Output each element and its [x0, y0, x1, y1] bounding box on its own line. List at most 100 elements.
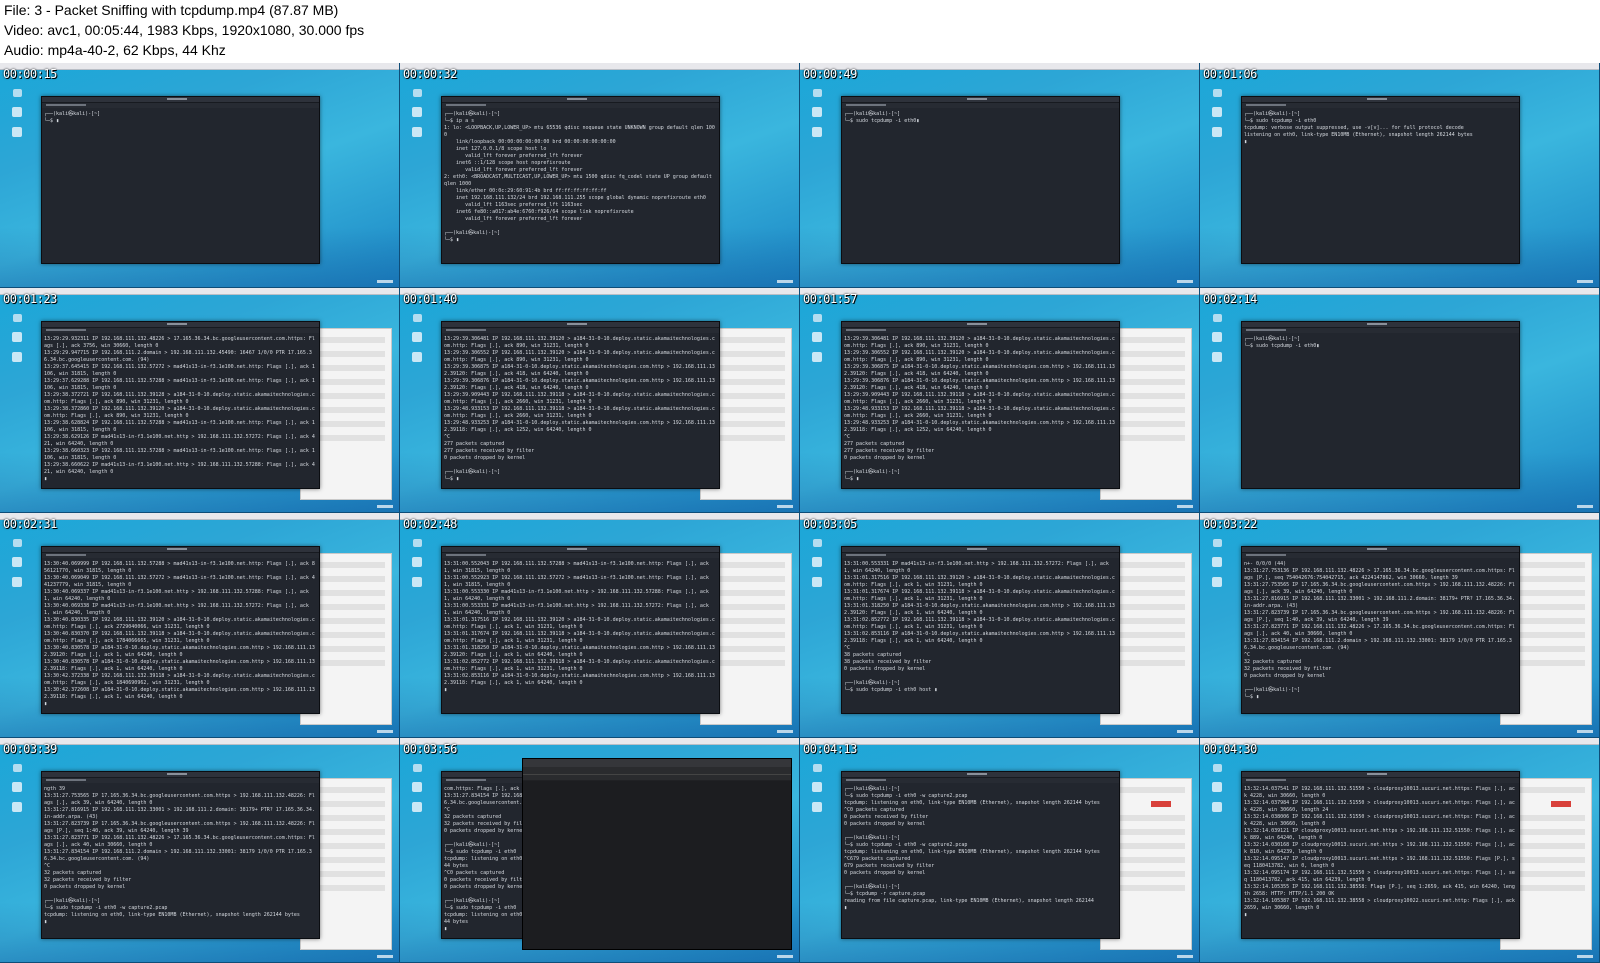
home-icon[interactable]	[1212, 127, 1222, 137]
home-icon[interactable]	[1212, 577, 1222, 587]
trash-icon[interactable]	[412, 314, 422, 322]
terminal-output[interactable]: ┌──(kali㉿kali)-[~] └─$ sudo tcpdump -i e…	[1242, 108, 1519, 146]
trash-icon[interactable]	[1212, 764, 1222, 772]
home-icon[interactable]	[812, 802, 822, 812]
folder-icon[interactable]	[1212, 107, 1222, 117]
terminal-output[interactable]: 13:30:40.069999 IP 192.168.111.132.57288…	[42, 558, 319, 708]
terminal-menu[interactable]	[842, 328, 1119, 333]
terminal-window[interactable]: ngth 39 13:31:27.753565 IP 17.165.36.34.…	[41, 771, 320, 939]
folder-icon[interactable]	[412, 332, 422, 342]
terminal-window[interactable]: ┌──(kali㉿kali)-[~] └─$ ip a s 1: lo: <LO…	[441, 96, 720, 264]
browser-window[interactable]	[522, 758, 792, 950]
terminal-menu[interactable]	[1242, 553, 1519, 558]
host-menu-bar	[800, 288, 1199, 295]
home-icon[interactable]	[12, 127, 22, 137]
terminal-menu[interactable]	[442, 103, 719, 108]
home-icon[interactable]	[412, 352, 422, 362]
trash-icon[interactable]	[1212, 314, 1222, 322]
terminal-output[interactable]: 13:31:00.552043 IP 192.168.111.132.57288…	[442, 558, 719, 694]
trash-icon[interactable]	[812, 539, 822, 547]
folder-icon[interactable]	[12, 782, 22, 792]
terminal-window[interactable]: 13:30:40.069999 IP 192.168.111.132.57288…	[41, 546, 320, 714]
folder-icon[interactable]	[1212, 557, 1222, 567]
terminal-window[interactable]: 13:31:00.553331 IP mad41s13-in-f3.1e100.…	[841, 546, 1120, 714]
terminal-menu[interactable]	[1242, 103, 1519, 108]
home-icon[interactable]	[1212, 352, 1222, 362]
browser-url[interactable]	[523, 767, 791, 775]
home-icon[interactable]	[12, 352, 22, 362]
terminal-output[interactable]: ┌──(kali㉿kali)-[~] └─$ sudo tcpdump -i e…	[842, 108, 1119, 125]
terminal-output[interactable]: 13:31:00.553331 IP mad41s13-in-f3.1e100.…	[842, 558, 1119, 694]
terminal-window[interactable]: ┌──(kali㉿kali)-[~] └─$ ▮	[41, 96, 320, 264]
terminal-menu[interactable]	[42, 778, 319, 783]
folder-icon[interactable]	[1212, 782, 1222, 792]
folder-icon[interactable]	[812, 107, 822, 117]
trash-icon[interactable]	[12, 89, 22, 97]
home-icon[interactable]	[812, 352, 822, 362]
terminal-window[interactable]: 13:32:14.037541 IP 192.168.111.132.51550…	[1241, 771, 1520, 939]
terminal-output[interactable]: ┌──(kali㉿kali)-[~] └─$ ip a s 1: lo: <LO…	[442, 108, 719, 244]
folder-icon[interactable]	[812, 332, 822, 342]
terminal-menu[interactable]	[42, 103, 319, 108]
terminal-menu[interactable]	[1242, 328, 1519, 333]
trash-icon[interactable]	[12, 764, 22, 772]
folder-icon[interactable]	[12, 557, 22, 567]
terminal-output[interactable]: ┌──(kali㉿kali)-[~] └─$ sudo tcpdump -i e…	[842, 783, 1119, 912]
terminal-menu[interactable]	[42, 553, 319, 558]
terminal-output[interactable]: 13:29:39.306481 IP 192.168.111.132.39120…	[442, 333, 719, 483]
terminal-window[interactable]: ┌──(kali㉿kali)-[~] └─$ sudo tcpdump -i e…	[1241, 321, 1520, 489]
frame-timestamp: 00:01:23	[3, 292, 57, 306]
home-icon[interactable]	[412, 127, 422, 137]
terminal-window[interactable]: 13:29:39.306481 IP 192.168.111.132.39120…	[841, 321, 1120, 489]
terminal-menu[interactable]	[1242, 778, 1519, 783]
trash-icon[interactable]	[12, 539, 22, 547]
browser-tabs[interactable]	[523, 759, 791, 767]
trash-icon[interactable]	[812, 89, 822, 97]
terminal-window[interactable]: 13:31:00.552043 IP 192.168.111.132.57288…	[441, 546, 720, 714]
home-icon[interactable]	[812, 577, 822, 587]
trash-icon[interactable]	[1212, 89, 1222, 97]
home-icon[interactable]	[12, 802, 22, 812]
terminal-menu[interactable]	[442, 328, 719, 333]
terminal-output[interactable]: ┌──(kali㉿kali)-[~] └─$ ▮	[42, 108, 319, 125]
trash-icon[interactable]	[412, 539, 422, 547]
terminal-menu[interactable]	[42, 328, 319, 333]
terminal-window[interactable]: ┌──(kali㉿kali)-[~] └─$ sudo tcpdump -i e…	[1241, 96, 1520, 264]
trash-icon[interactable]	[412, 89, 422, 97]
browser-bmk[interactable]	[523, 775, 791, 780]
host-menu-bar	[1200, 288, 1599, 295]
home-icon[interactable]	[412, 577, 422, 587]
terminal-output[interactable]: 13:32:14.037541 IP 192.168.111.132.51550…	[1242, 783, 1519, 919]
folder-icon[interactable]	[412, 782, 422, 792]
terminal-output[interactable]: 13:29:39.306481 IP 192.168.111.132.39120…	[842, 333, 1119, 483]
folder-icon[interactable]	[412, 107, 422, 117]
trash-icon[interactable]	[812, 764, 822, 772]
terminal-output[interactable]: n+- 0/0/0 (44) 13:31:27.753136 IP 192.16…	[1242, 558, 1519, 701]
home-icon[interactable]	[12, 577, 22, 587]
home-icon[interactable]	[812, 127, 822, 137]
trash-icon[interactable]	[412, 764, 422, 772]
terminal-menu[interactable]	[842, 553, 1119, 558]
terminal-output[interactable]: ngth 39 13:31:27.753565 IP 17.165.36.34.…	[42, 783, 319, 926]
terminal-menu[interactable]	[842, 778, 1119, 783]
terminal-menu[interactable]	[842, 103, 1119, 108]
terminal-output[interactable]: ┌──(kali㉿kali)-[~] └─$ sudo tcpdump -i e…	[1242, 333, 1519, 350]
terminal-window[interactable]: ┌──(kali㉿kali)-[~] └─$ sudo tcpdump -i e…	[841, 96, 1120, 264]
home-icon[interactable]	[1212, 802, 1222, 812]
terminal-window[interactable]: n+- 0/0/0 (44) 13:31:27.753136 IP 192.16…	[1241, 546, 1520, 714]
folder-icon[interactable]	[412, 557, 422, 567]
home-icon[interactable]	[412, 802, 422, 812]
folder-icon[interactable]	[12, 332, 22, 342]
folder-icon[interactable]	[12, 107, 22, 117]
trash-icon[interactable]	[812, 314, 822, 322]
trash-icon[interactable]	[1212, 539, 1222, 547]
terminal-output[interactable]: 13:29:29.932311 IP 192.168.111.132.48226…	[42, 333, 319, 483]
folder-icon[interactable]	[812, 557, 822, 567]
folder-icon[interactable]	[812, 782, 822, 792]
folder-icon[interactable]	[1212, 332, 1222, 342]
terminal-menu[interactable]	[442, 553, 719, 558]
trash-icon[interactable]	[12, 314, 22, 322]
terminal-window[interactable]: 13:29:39.306481 IP 192.168.111.132.39120…	[441, 321, 720, 489]
terminal-window[interactable]: ┌──(kali㉿kali)-[~] └─$ sudo tcpdump -i e…	[841, 771, 1120, 939]
terminal-window[interactable]: 13:29:29.932311 IP 192.168.111.132.48226…	[41, 321, 320, 489]
